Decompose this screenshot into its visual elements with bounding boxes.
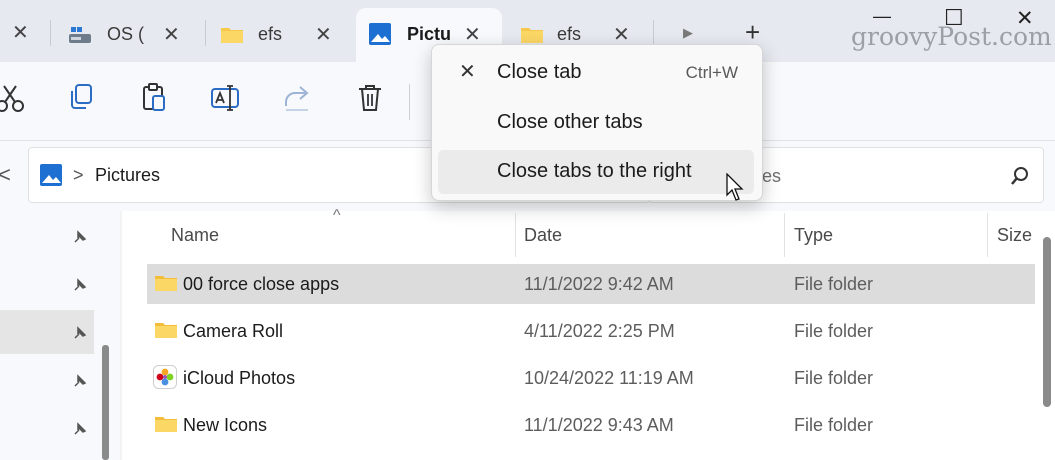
column-divider[interactable] [515,213,516,257]
drive-icon [69,27,91,43]
column-header-type[interactable]: Type [794,225,833,246]
folder-icon [155,276,177,291]
menu-item-shortcut: Ctrl+W [685,63,738,82]
menu-item-close-other-tabs[interactable]: Close other tabs [438,101,754,145]
file-type: File folder [794,368,874,388]
pin-icon [74,374,87,387]
tab-efs[interactable]: efs ✕ [212,8,350,62]
pin-icon [74,230,87,243]
tab-close-partial-button[interactable]: ✕ [12,20,29,45]
tab-label: OS ( [107,24,145,44]
paste-button[interactable] [138,82,172,116]
file-type: File folder [794,274,874,294]
tab-os-drive[interactable]: OS ( ✕ [60,8,198,62]
file-row[interactable]: Camera Roll 4/11/2022 2:25 PM File folde… [147,311,1035,351]
tab-label: efs [258,24,283,44]
tab-separator [653,20,654,46]
file-row[interactable]: New Icons 11/1/2022 9:43 AM File folder [147,405,1035,445]
menu-item-label: Close other tabs [497,111,643,133]
breadcrumb-pictures[interactable]: Pictures [95,165,160,186]
mouse-cursor-icon [726,173,744,201]
file-name: New Icons [183,415,268,435]
paste-icon [143,83,165,111]
menu-item-label: Close tabs to the right [497,160,692,182]
photos-icon [153,365,177,389]
tab-label: efs [557,24,582,44]
column-header-size[interactable]: Size [997,225,1032,246]
tab-close-button[interactable]: ✕ [163,22,180,47]
file-date: 11/1/2022 9:42 AM [524,274,674,294]
file-type: File folder [794,321,874,341]
watermark: groovyPost.com [851,22,1052,51]
breadcrumb-chevron: > [73,165,84,185]
folder-icon [221,28,243,43]
copy-button[interactable] [66,82,100,116]
pin-icon [74,326,87,339]
column-divider[interactable] [987,213,988,257]
file-list-scrollbar[interactable] [1043,237,1051,407]
delete-button[interactable] [354,82,388,116]
file-date: 10/24/2022 11:19 AM [524,368,694,388]
share-button[interactable] [282,82,316,116]
file-name: 00 force close apps [183,274,340,294]
pictures-icon [369,23,391,45]
cut-button[interactable] [0,82,28,116]
share-icon [285,86,309,111]
folder-icon [521,28,543,43]
pin-icon [74,278,87,291]
menu-item-label: Close tab [497,61,582,83]
close-icon: ✕ [459,61,476,83]
menu-item-close-tab[interactable]: ✕ Close tab Ctrl+W [438,51,754,95]
tab-label: Pictu [407,24,452,44]
folder-icon [155,323,177,338]
column-divider[interactable] [784,213,785,257]
file-name: iCloud Photos [183,368,296,388]
toolbar-separator [409,84,410,120]
column-header-name[interactable]: Name [171,225,219,246]
cut-icon [0,85,24,112]
file-name: Camera Roll [183,321,284,341]
nav-scrollbar[interactable] [102,345,109,460]
file-date: 4/11/2022 2:25 PM [524,321,675,341]
rename-button[interactable] [210,82,244,116]
rename-icon [211,85,239,111]
tab-close-button[interactable]: ✕ [315,22,332,47]
delete-icon [359,85,381,111]
file-type: File folder [794,415,874,435]
menu-item-close-tabs-right[interactable]: Close tabs to the right [438,150,754,194]
sort-indicator: ^ [333,207,341,224]
tab-context-menu: ✕ Close tab Ctrl+W Close other tabs Clos… [431,44,763,201]
copy-icon [71,84,92,109]
file-row[interactable]: 00 force close apps 11/1/2022 9:42 AM Fi… [147,264,1035,304]
tab-separator [205,20,206,46]
back-button[interactable]: < [0,162,11,188]
file-row[interactable]: iCloud Photos 10/24/2022 11:19 AM File f… [147,358,1035,398]
tab-scroll-button[interactable]: ▶ [683,25,693,41]
search-icon[interactable] [1010,166,1030,186]
tab-separator [50,20,51,46]
pictures-icon [40,164,62,186]
file-date: 11/1/2022 9:43 AM [524,415,674,435]
column-header-date[interactable]: Date [524,225,562,246]
pin-icon [74,422,87,435]
folder-icon [155,417,177,432]
